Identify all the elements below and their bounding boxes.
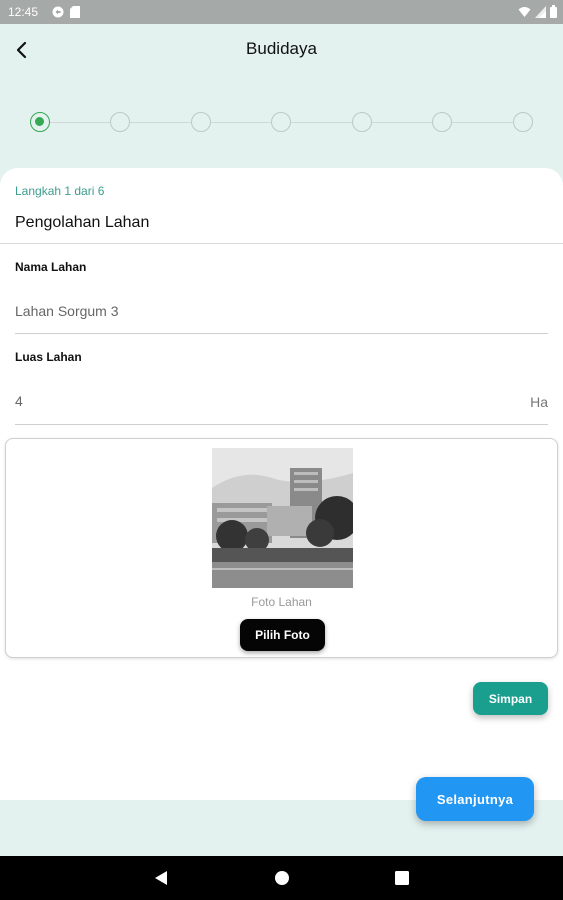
save-button[interactable]: Simpan [473,682,548,715]
home-circle-icon [275,871,289,885]
nama-lahan-input[interactable] [15,296,548,326]
luas-lahan-input[interactable] [15,386,505,416]
step-4-indicator[interactable] [271,112,291,132]
page-title: Budidaya [246,39,317,58]
pick-photo-button[interactable]: Pilih Foto [240,619,325,651]
nama-lahan-underline [15,333,548,334]
wifi-icon [518,6,531,21]
luas-lahan-label: Luas Lahan [15,350,82,364]
nav-recents-button[interactable] [392,868,412,888]
progress-stepper [0,108,563,138]
sd-card-icon [70,6,80,21]
step-6-indicator[interactable] [432,112,452,132]
step-5-indicator[interactable] [352,112,372,132]
nama-lahan-label: Nama Lahan [15,260,87,274]
status-left-icons [52,6,80,21]
nav-home-button[interactable] [272,868,292,888]
step-caption: Langkah 1 dari 6 [15,184,105,198]
signal-icon [535,5,546,21]
step-7-indicator[interactable] [513,112,533,132]
divider [0,243,563,244]
status-right-icons [518,5,557,21]
section-title: Pengolahan Lahan [15,214,150,231]
system-nav-bar [0,856,563,900]
back-triangle-icon [155,871,167,885]
battery-icon [550,5,557,21]
status-bar: 12:45 [0,0,563,24]
nav-back-button[interactable] [151,868,171,888]
step-1-indicator[interactable] [30,112,50,132]
app-bar: Budidaya [0,24,563,76]
form-card: Langkah 1 dari 6 Pengolahan Lahan Nama L… [0,168,563,800]
sync-icon [52,6,64,21]
luas-lahan-underline [15,424,548,425]
luas-lahan-unit: Ha [530,394,548,410]
step-2-indicator[interactable] [110,112,130,132]
photo-container: Foto Lahan Pilih Foto [5,438,558,658]
step-3-indicator[interactable] [191,112,211,132]
photo-caption: Foto Lahan [251,595,312,609]
status-time: 12:45 [8,5,39,19]
next-button[interactable]: Selanjutnya [416,777,534,821]
land-photo [212,448,353,588]
recents-square-icon [395,871,409,885]
